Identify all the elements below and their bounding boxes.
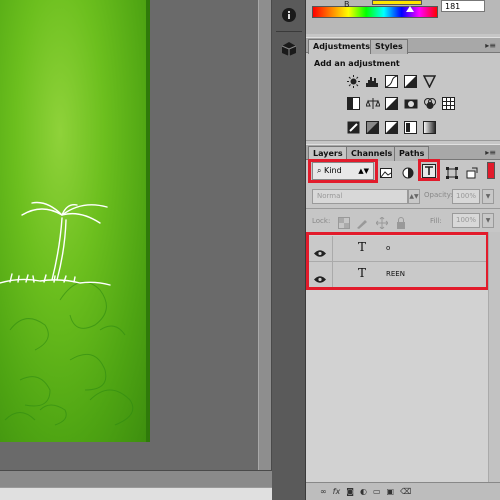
canvas-area[interactable] xyxy=(0,0,258,470)
channel-mixer-icon[interactable] xyxy=(422,96,437,110)
black-white-icon[interactable] xyxy=(384,96,399,110)
tab-adjustments[interactable]: Adjustments xyxy=(308,39,375,54)
gradient-map-icon[interactable] xyxy=(422,120,437,134)
canvas-horizontal-scrollbar[interactable] xyxy=(0,470,272,500)
color-channel-label: B xyxy=(344,0,350,9)
blend-chevron-icon[interactable]: ▲▼ xyxy=(408,189,420,204)
color-value-field[interactable]: 181 xyxy=(441,0,485,12)
panel-divider xyxy=(306,208,500,209)
info-panel-button[interactable] xyxy=(275,2,303,28)
document-edge xyxy=(146,0,150,442)
document-canvas[interactable] xyxy=(0,0,150,442)
right-panel-dock: B 181 Adjustments Styles ▸≡ Add an adjus… xyxy=(306,0,500,500)
adjustments-row-2 xyxy=(346,96,456,110)
lock-pixels-icon[interactable] xyxy=(356,214,368,233)
cube-icon xyxy=(281,42,297,56)
selective-color-icon[interactable] xyxy=(403,120,418,134)
new-layer-icon[interactable]: ▣ xyxy=(387,487,395,496)
photo-filter-icon[interactable] xyxy=(403,96,418,110)
color-spectrum-bar[interactable] xyxy=(312,6,438,18)
highlight-layers xyxy=(306,232,489,290)
fill-label: Fill: xyxy=(430,217,442,225)
fill-field[interactable]: 100% xyxy=(452,213,480,228)
lock-position-icon[interactable] xyxy=(375,214,389,233)
curves-icon[interactable] xyxy=(384,74,399,88)
scroll-track[interactable] xyxy=(0,487,272,500)
highlight-type-filter xyxy=(418,159,440,181)
color-balance-icon[interactable] xyxy=(365,96,380,110)
adjustments-title: Add an adjustment xyxy=(314,59,400,68)
color-lookup-icon[interactable] xyxy=(441,96,456,110)
filter-toggle-switch[interactable] xyxy=(487,162,495,179)
panel-divider xyxy=(306,140,500,141)
link-icon[interactable]: ∞ xyxy=(320,487,327,496)
hue-saturation-icon[interactable] xyxy=(346,96,361,110)
3d-panel-button[interactable] xyxy=(275,36,303,62)
canvas-vertical-scrollbar[interactable] xyxy=(258,0,272,470)
info-icon xyxy=(282,8,296,22)
color-panel: B 181 xyxy=(306,0,500,34)
layers-panel-menu-icon[interactable]: ▸≡ xyxy=(485,148,496,157)
highlight-kind-filter xyxy=(308,159,378,183)
levels-icon[interactable] xyxy=(365,74,380,88)
layers-footer: ∞ fx ◙ ◐ ▭ ▣ ⌫ xyxy=(306,482,500,500)
tab-styles[interactable]: Styles xyxy=(370,39,408,54)
lock-transparency-icon[interactable] xyxy=(338,214,350,233)
layers-scrollbar[interactable] xyxy=(488,232,500,482)
photoshop-window: B 181 Adjustments Styles ▸≡ Add an adjus… xyxy=(0,0,500,500)
lock-all-icon[interactable] xyxy=(396,214,406,233)
pixel-layer-filter-icon[interactable] xyxy=(380,164,392,183)
fill-chevron-icon[interactable]: ▼ xyxy=(482,213,494,228)
color-channel-slider[interactable] xyxy=(372,0,422,5)
palm-tree-artwork xyxy=(0,201,134,426)
opacity-field[interactable]: 100% xyxy=(452,189,480,204)
vibrance-icon[interactable] xyxy=(422,74,437,88)
invert-icon[interactable] xyxy=(346,120,361,134)
adjustments-row-1 xyxy=(346,74,437,88)
group-folder-icon[interactable]: ▭ xyxy=(373,487,381,496)
adjustments-row-3 xyxy=(346,120,437,134)
opacity-label: Opacity: xyxy=(424,191,453,199)
fx-icon[interactable]: fx xyxy=(333,487,341,496)
lock-label: Lock: xyxy=(312,217,331,225)
adjustment-layer-icon[interactable]: ◐ xyxy=(360,487,367,496)
panel-menu-icon[interactable]: ▸≡ xyxy=(485,41,496,50)
mask-icon[interactable]: ◙ xyxy=(346,487,354,496)
posterize-icon[interactable] xyxy=(365,120,380,134)
smart-object-filter-icon[interactable] xyxy=(466,164,478,183)
adjustments-tabbar: Adjustments Styles ▸≡ xyxy=(306,37,500,54)
exposure-icon[interactable] xyxy=(403,74,418,88)
blend-mode-dropdown[interactable]: Normal xyxy=(312,189,408,204)
opacity-chevron-icon[interactable]: ▼ xyxy=(482,189,494,204)
threshold-icon[interactable] xyxy=(384,120,399,134)
panel-icon-strip xyxy=(272,0,306,500)
adjustment-layer-filter-icon[interactable] xyxy=(402,164,414,183)
layers-tabbar: Layers Channels Paths ▸≡ xyxy=(306,144,500,161)
shape-layer-filter-icon[interactable] xyxy=(446,164,458,183)
tool-divider xyxy=(276,31,302,32)
brightness-contrast-icon[interactable] xyxy=(346,74,361,88)
slider-handle-icon[interactable] xyxy=(406,6,414,12)
trash-icon[interactable]: ⌫ xyxy=(400,487,411,496)
